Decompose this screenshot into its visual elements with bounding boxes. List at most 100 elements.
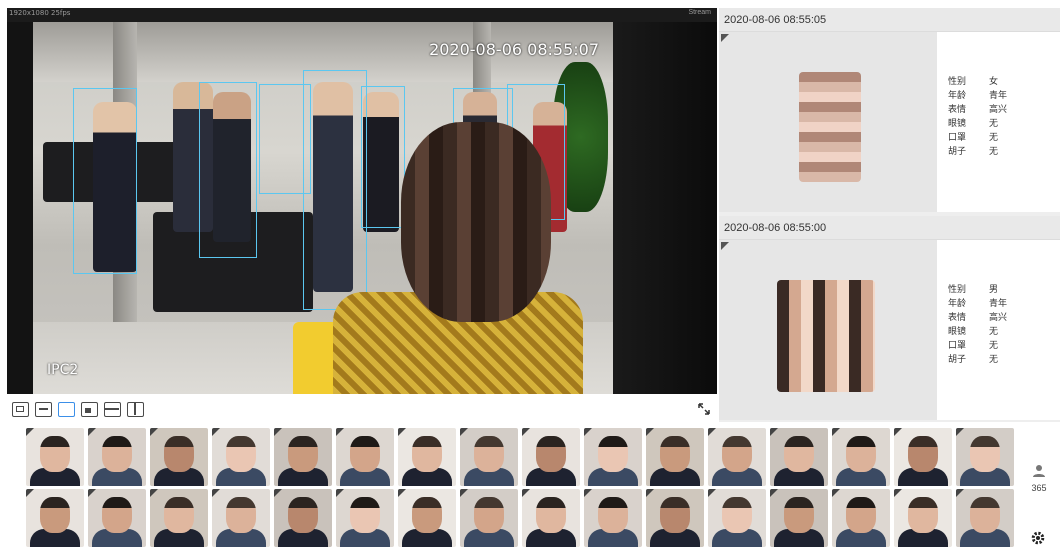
corner-marker (708, 428, 716, 436)
corner-marker (770, 428, 778, 436)
capture-thumbnail[interactable] (522, 428, 580, 486)
detection-box (199, 82, 257, 258)
corner-marker (460, 489, 468, 497)
corner-marker (956, 428, 964, 436)
capture-thumbnail[interactable] (460, 428, 518, 486)
corner-marker (584, 428, 592, 436)
capture-thumbnail[interactable] (770, 489, 828, 547)
capture-thumbnail[interactable] (336, 428, 394, 486)
thumbnail-face (970, 436, 1000, 472)
layout-1-button[interactable] (12, 402, 29, 417)
capture-thumbnail[interactable] (646, 428, 704, 486)
live-video-panel[interactable]: 1920x1080 25fps Stream 2020-08-06 08:55:… (7, 8, 717, 394)
capture-thumbnail[interactable] (708, 428, 766, 486)
foreground-person-face (401, 122, 551, 322)
layout-3-button[interactable] (58, 402, 75, 417)
corner-marker (212, 489, 220, 497)
face-attributes: 性别男 年龄 青年 表情 高兴 眼镜无 口罩无 胡子无 (937, 240, 1060, 420)
corner-marker (88, 428, 96, 436)
thumbnail-face (598, 497, 628, 533)
capture-thumbnail[interactable] (956, 428, 1014, 486)
corner-marker (522, 428, 530, 436)
capture-thumbnail[interactable] (956, 489, 1014, 547)
capture-thumbnail[interactable] (212, 428, 270, 486)
settings-gear-icon[interactable] (1030, 530, 1046, 546)
thumbnail-face (412, 436, 442, 472)
capture-thumbnail[interactable] (460, 489, 518, 547)
video-right-edge (613, 22, 717, 394)
layout-2-button[interactable] (35, 402, 52, 417)
capture-thumbnail[interactable] (398, 489, 456, 547)
thumbnail-face (350, 436, 380, 472)
capture-thumbnail[interactable] (150, 489, 208, 547)
capture-thumbnail[interactable] (894, 489, 952, 547)
capture-thumbnail[interactable] (88, 428, 146, 486)
thumbnail-face (846, 436, 876, 472)
corner-marker (336, 489, 344, 497)
capture-thumbnail[interactable] (274, 428, 332, 486)
capture-thumbnail[interactable] (150, 428, 208, 486)
corner-marker (721, 34, 729, 42)
capture-thumbnail[interactable] (584, 428, 642, 486)
face-card[interactable]: 2020-08-06 08:55:00 性别男 年龄 青年 表情 高兴 眼镜无 口罩… (719, 216, 1060, 422)
capture-thumbnail[interactable] (894, 428, 952, 486)
attr-glasses: 眼镜无 (948, 118, 999, 128)
corner-marker (770, 489, 778, 497)
capture-thumbnail[interactable] (26, 489, 84, 547)
corner-marker (336, 428, 344, 436)
capture-thumbnail[interactable] (584, 489, 642, 547)
thumbnail-face (784, 436, 814, 472)
thumbnail-face (908, 497, 938, 533)
corner-marker (88, 489, 96, 497)
fullscreen-icon[interactable] (697, 402, 711, 416)
thumbnail-face (784, 497, 814, 533)
corner-marker (584, 489, 592, 497)
capture-time: 2020-08-06 08:55:05 (719, 8, 1060, 32)
layout-6-button[interactable] (127, 402, 144, 417)
corner-marker (832, 489, 840, 497)
capture-count-panel: 365 (1018, 428, 1060, 498)
corner-marker (708, 489, 716, 497)
attr-age: 年龄 青年 (948, 90, 1008, 100)
capture-thumbnail[interactable] (212, 489, 270, 547)
capture-thumbnail[interactable] (336, 489, 394, 547)
attr-beard: 胡子无 (948, 146, 999, 156)
thumbnail-face (660, 497, 690, 533)
detection-box (73, 88, 137, 274)
layout-5-button[interactable] (104, 402, 121, 417)
capture-thumbnail[interactable] (26, 428, 84, 486)
capture-thumbnail[interactable] (708, 489, 766, 547)
capture-thumbnail[interactable] (832, 489, 890, 547)
capture-thumbnail[interactable] (832, 428, 890, 486)
corner-marker (150, 428, 158, 436)
thumbnail-face (536, 436, 566, 472)
capture-thumbnail[interactable] (646, 489, 704, 547)
thumbnail-face (102, 436, 132, 472)
capture-thumbnail[interactable] (522, 489, 580, 547)
camera-scene: 2020-08-06 08:55:07 IPC2 (33, 22, 613, 394)
attr-expression: 表情 高兴 (948, 312, 1008, 322)
capture-thumbnail[interactable] (770, 428, 828, 486)
corner-marker (894, 489, 902, 497)
video-info-strip (7, 8, 717, 22)
capture-thumbnail[interactable] (398, 428, 456, 486)
layout-4-button[interactable] (81, 402, 98, 417)
video-timestamp: 2020-08-06 08:55:07 (429, 40, 599, 59)
face-attributes: 性别女 年龄 青年 表情 高兴 眼镜无 口罩无 胡子无 (937, 32, 1060, 212)
capture-thumbnail[interactable] (88, 489, 146, 547)
camera-label: IPC2 (47, 362, 79, 378)
corner-marker (398, 428, 406, 436)
thumbnail-face (164, 497, 194, 533)
thumbnail-face (350, 497, 380, 533)
corner-marker (646, 428, 654, 436)
person-icon (1018, 464, 1060, 483)
capture-thumbnail[interactable] (274, 489, 332, 547)
thumbnail-face (474, 436, 504, 472)
thumbnail-face (40, 436, 70, 472)
attr-mask: 口罩无 (948, 132, 999, 142)
thumbnail-face (722, 497, 752, 533)
face-card[interactable]: 2020-08-06 08:55:05 性别女 年龄 青年 表情 高兴 眼镜无 口罩… (719, 8, 1060, 214)
face-photo (799, 72, 861, 182)
capture-thumbnail-strip (26, 428, 1016, 550)
corner-marker (26, 489, 34, 497)
